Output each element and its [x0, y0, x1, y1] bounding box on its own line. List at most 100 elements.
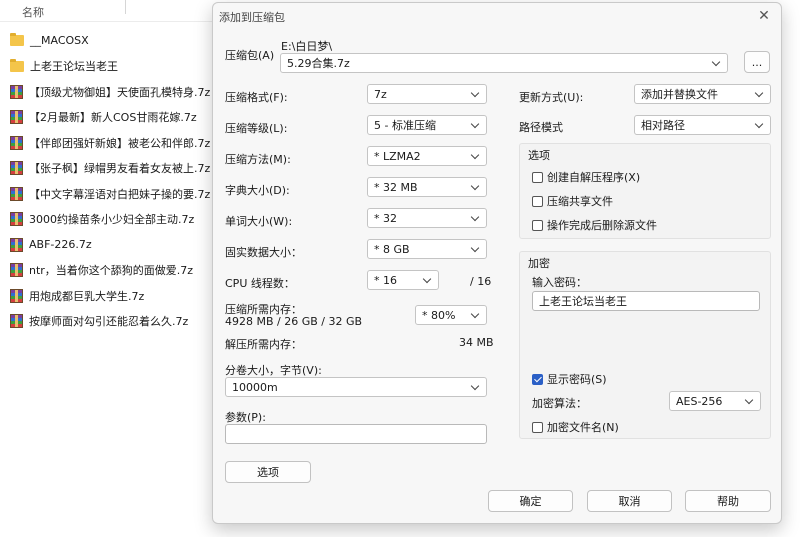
list-item[interactable]: 【中文字幕淫语对白把妹子操的要.7z [0, 181, 215, 207]
delete-source-checkbox[interactable]: 操作完成后删除源文件 [532, 217, 657, 233]
show-password-label: 显示密码(S) [547, 373, 607, 386]
file-name: 3000约操苗条小少妇全部主动.7z [29, 213, 195, 227]
threads-select[interactable]: * 16 [367, 270, 439, 290]
update-select[interactable]: 添加并替换文件 [634, 84, 771, 104]
encryption-method-label: 加密算法： [532, 397, 587, 410]
split-value: 10000m [232, 380, 278, 394]
archive-icon [10, 84, 23, 99]
chevron-down-icon [470, 213, 480, 223]
password-input[interactable]: 上老王论坛当老王 [532, 291, 760, 311]
chevron-down-icon [470, 151, 480, 161]
checkbox-box[interactable] [532, 171, 543, 183]
list-item[interactable]: 【2月最新】新人COS甘雨花嫁.7z [0, 105, 215, 131]
list-item[interactable]: 用炮成都巨乳大学生.7z [0, 283, 215, 309]
list-item[interactable]: 【顶级尤物御姐】天使面孔模特身.7z [0, 79, 215, 105]
word-value: * 32 [374, 211, 397, 225]
column-separator[interactable] [125, 0, 126, 14]
list-item[interactable]: 3000约操苗条小少妇全部主动.7z [0, 207, 215, 233]
file-name: 【中文字幕淫语对白把妹子操的要.7z [29, 187, 211, 201]
file-name: 【伴郎团强奸新娘】被老公和伴郎.7z [29, 136, 211, 150]
method-label: 压缩方法(M): [225, 153, 291, 166]
list-item[interactable]: ntr，当着你这个舔狗的面做爱.7z [0, 258, 215, 284]
list-item[interactable]: __MACOSX [0, 28, 215, 54]
archive-name-combo[interactable]: 5.29合集.7z [280, 53, 728, 73]
dict-select[interactable]: * 32 MB [367, 177, 487, 197]
file-name: 用炮成都巨乳大学生.7z [29, 289, 145, 303]
solid-select[interactable]: * 8 GB [367, 239, 487, 259]
level-label: 压缩等级(L): [225, 122, 288, 135]
mem-percent-select[interactable]: * 80% [415, 305, 487, 325]
level-value: 5 - 标准压缩 [374, 119, 436, 132]
archive-icon [10, 212, 23, 227]
encryption-method-select[interactable]: AES-256 [669, 391, 761, 411]
dict-label: 字典大小(D): [225, 184, 290, 197]
file-name: ABF-226.7z [29, 238, 92, 252]
close-icon[interactable]: ✕ [753, 7, 775, 25]
split-combo[interactable]: 10000m [225, 377, 487, 397]
shared-files-label: 压缩共享文件 [547, 195, 613, 208]
options-button[interactable]: 选项 [225, 461, 311, 483]
cancel-button[interactable]: 取消 [587, 490, 672, 512]
list-item[interactable]: 上老王论坛当老王 [0, 54, 215, 80]
word-label: 单词大小(W): [225, 215, 293, 228]
shared-files-checkbox[interactable]: 压缩共享文件 [532, 193, 613, 209]
archive-icon [10, 314, 23, 329]
method-value: * LZMA2 [374, 149, 421, 163]
level-select[interactable]: 5 - 标准压缩 [367, 115, 487, 135]
file-name: 【张子枫】绿帽男友看着女友被上.7z [29, 162, 211, 176]
list-item[interactable]: 按摩师面对勾引还能忍着么久.7z [0, 309, 215, 335]
dialog-title: 添加到压缩包 [219, 11, 285, 24]
word-select[interactable]: * 32 [367, 208, 487, 228]
encryption-group-title: 加密 [528, 257, 550, 270]
chevron-down-icon [470, 182, 480, 192]
file-name: __MACOSX [30, 34, 89, 48]
column-header-name[interactable]: 名称 [22, 4, 44, 20]
threads-max: / 16 [470, 275, 492, 288]
archive-icon [10, 186, 23, 201]
params-input[interactable] [225, 424, 487, 444]
list-item[interactable]: 【张子枫】绿帽男友看着女友被上.7z [0, 156, 215, 182]
archive-icon [10, 161, 23, 176]
archive-icon [10, 237, 23, 252]
split-label: 分卷大小，字节(V): [225, 364, 322, 377]
mem-percent-value: * 80% [422, 308, 456, 322]
chevron-down-icon [470, 310, 480, 320]
ok-button[interactable]: 确定 [488, 490, 573, 512]
method-select[interactable]: * LZMA2 [367, 146, 487, 166]
params-label: 参数(P): [225, 411, 266, 424]
format-label: 压缩格式(F): [225, 91, 288, 104]
folder-icon [10, 33, 24, 47]
sfx-checkbox[interactable]: 创建自解压程序(X) [532, 169, 640, 185]
show-password-checkbox[interactable]: 显示密码(S) [532, 371, 607, 387]
mem-decompress-label: 解压所需内存： [225, 338, 302, 351]
chevron-down-icon [711, 58, 721, 68]
archive-icon [10, 135, 23, 150]
archive-name-value: 5.29合集.7z [287, 57, 350, 70]
format-value: 7z [374, 87, 387, 101]
browse-button[interactable]: ... [744, 51, 770, 73]
help-button[interactable]: 帮助 [685, 490, 771, 512]
threads-value: * 16 [374, 273, 397, 287]
checkbox-box[interactable] [532, 421, 543, 433]
path-mode-select[interactable]: 相对路径 [634, 115, 771, 135]
path-mode-value: 相对路径 [641, 119, 685, 132]
solid-label: 固实数据大小： [225, 246, 302, 259]
mem-decompress-value: 34 MB [459, 336, 494, 349]
mem-compress-detail: 4928 MB / 26 GB / 32 GB [225, 315, 363, 328]
file-name: 上老王论坛当老王 [30, 60, 118, 74]
update-label: 更新方式(U): [519, 91, 584, 104]
archive-icon [10, 263, 23, 278]
chevron-down-icon [754, 89, 764, 99]
file-name: 【2月最新】新人COS甘雨花嫁.7z [29, 111, 197, 125]
checkbox-box[interactable] [532, 195, 543, 207]
folder-icon [10, 58, 24, 72]
checkbox-box[interactable] [532, 373, 543, 385]
format-select[interactable]: 7z [367, 84, 487, 104]
file-name: 按摩师面对勾引还能忍着么久.7z [29, 315, 189, 329]
list-item[interactable]: 【伴郎团强奸新娘】被老公和伴郎.7z [0, 130, 215, 156]
chevron-down-icon [754, 120, 764, 130]
checkbox-box[interactable] [532, 219, 543, 231]
column-header[interactable]: 名称 [0, 0, 215, 22]
encrypt-names-checkbox[interactable]: 加密文件名(N) [532, 419, 619, 435]
list-item[interactable]: ABF-226.7z [0, 232, 215, 258]
